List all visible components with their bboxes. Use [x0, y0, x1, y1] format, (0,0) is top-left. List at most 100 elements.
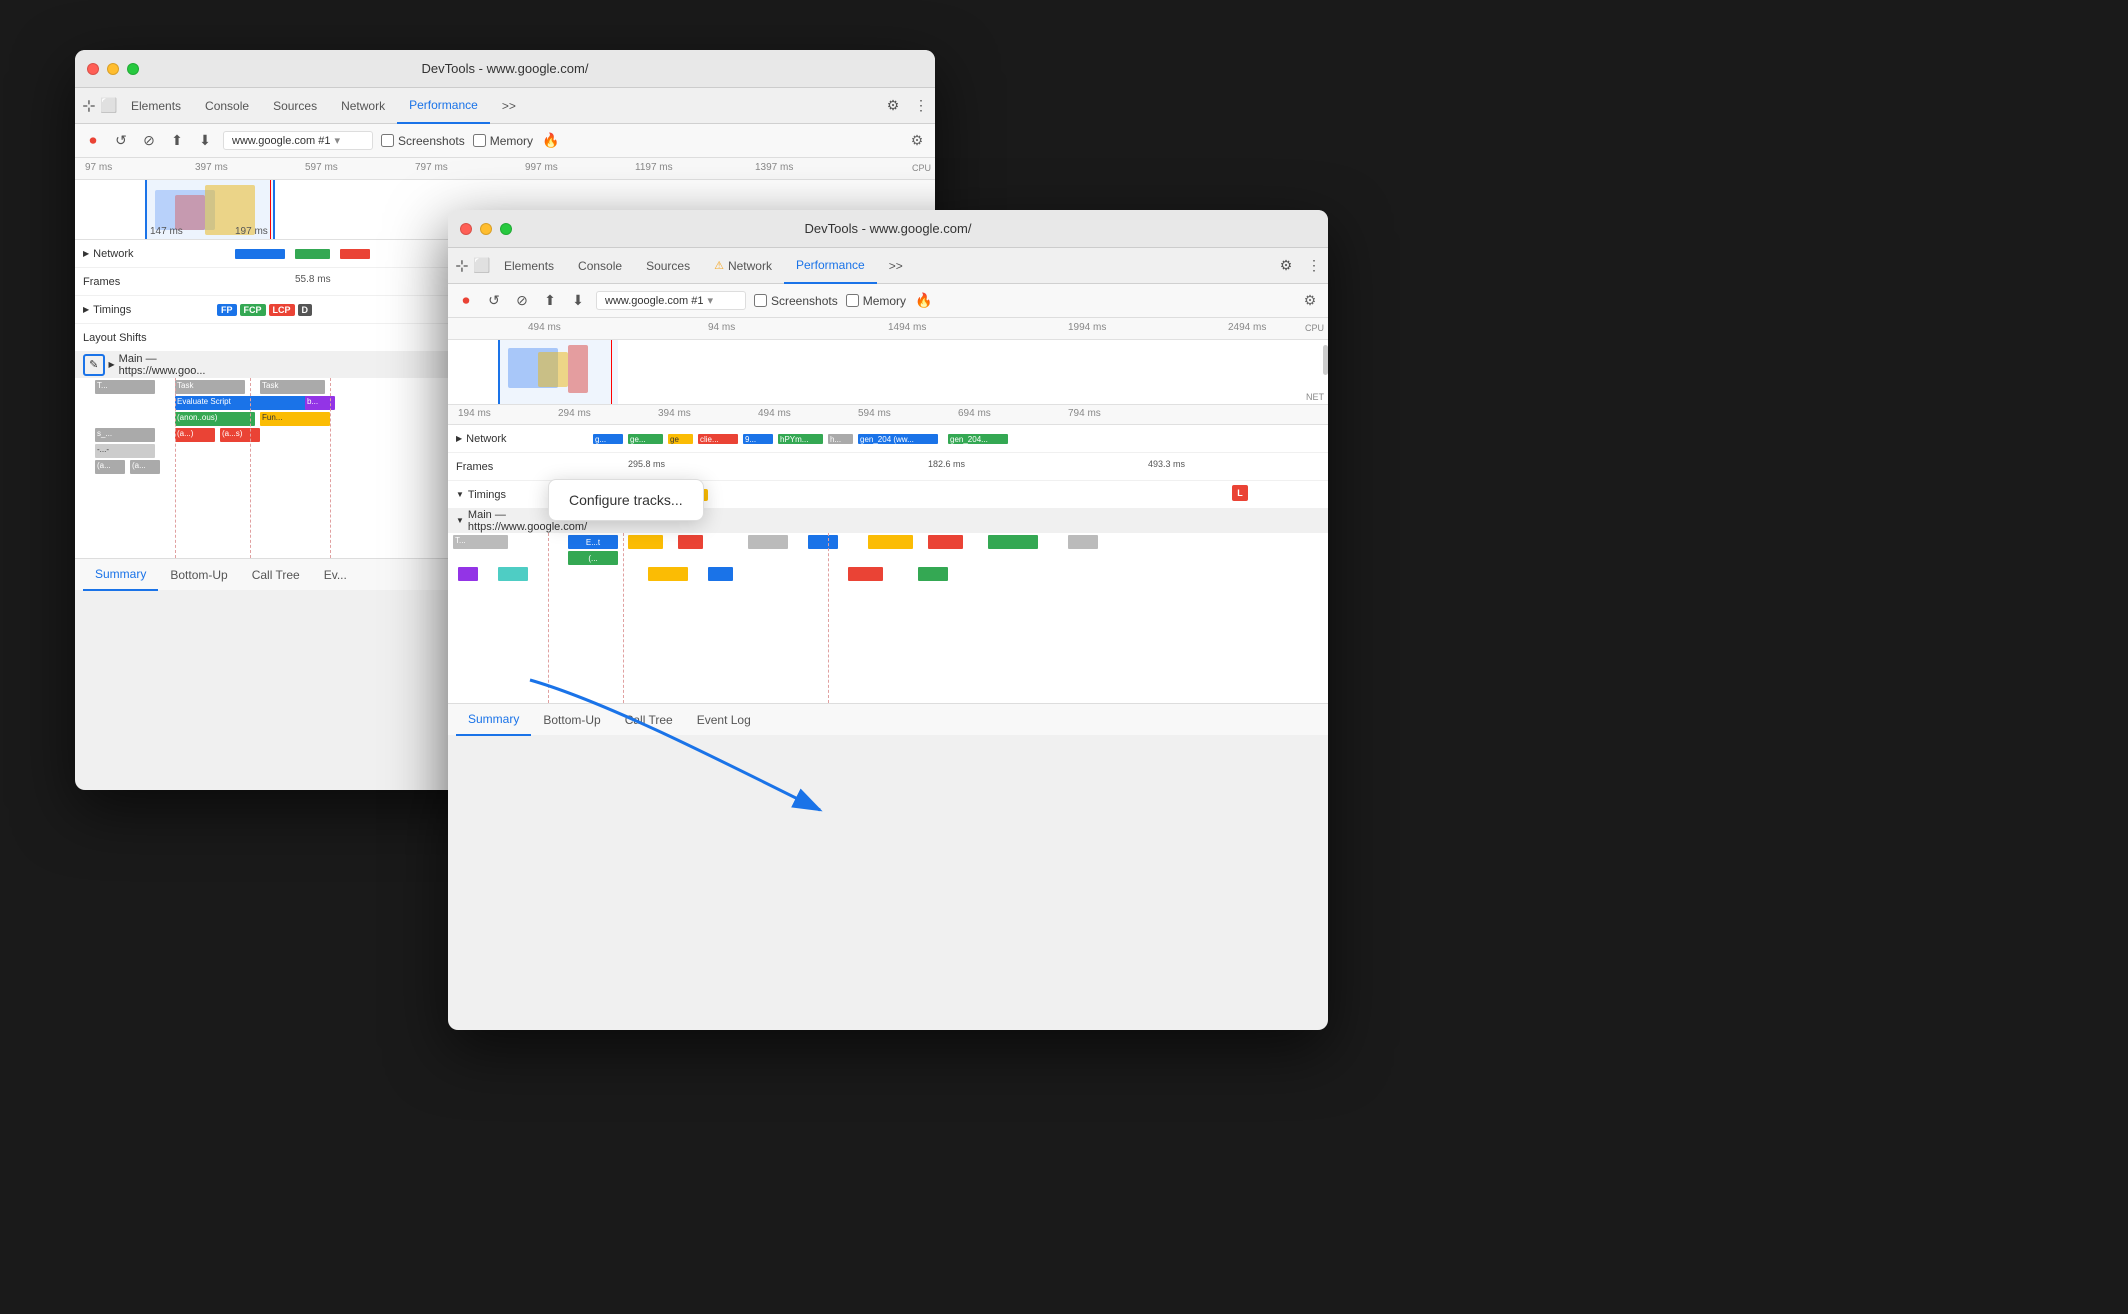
event-log-tab-back[interactable]: Ev... [312, 559, 359, 591]
close-button-back[interactable] [87, 63, 99, 75]
configure-tracks-text: Configure tracks... [569, 492, 683, 508]
dashed-line-3 [330, 378, 331, 558]
ruler-394ms: 394 ms [658, 408, 691, 419]
net-block-9: 9... [743, 434, 773, 444]
red-line-back [270, 180, 271, 240]
url-text-back: www.google.com #1 [232, 135, 330, 147]
window-title-front: DevTools - www.google.com/ [805, 221, 972, 236]
clear-btn-back[interactable]: ⊘ [139, 131, 159, 151]
frames-content-front: 295.8 ms 182.6 ms 493.3 ms [588, 453, 1328, 480]
clear-btn-front[interactable]: ⊘ [512, 291, 532, 311]
upload-btn-front[interactable]: ⬆ [540, 291, 560, 311]
layout-shifts-label-back: Layout Shifts [75, 332, 215, 344]
tab-network-label-front: Network [728, 259, 772, 273]
paren-bar: (... [568, 551, 618, 565]
dashed-line-1 [175, 378, 176, 558]
screenshots-check-front[interactable]: Screenshots [754, 294, 838, 308]
record-btn-back[interactable]: ⏺ [83, 131, 103, 151]
configure-tracks-popup[interactable]: Configure tracks... [548, 479, 704, 521]
bottom-up-tab-front[interactable]: Bottom-Up [531, 704, 612, 736]
d-badge-back: D [298, 304, 313, 316]
download-btn-back[interactable]: ⬇ [195, 131, 215, 151]
network-throttle-icon-front[interactable]: 🔥 [914, 291, 934, 311]
bottom-up-tab-back[interactable]: Bottom-Up [158, 559, 239, 591]
bar-f14 [708, 567, 733, 581]
bar-f12 [498, 567, 528, 581]
ruler-997ms: 997 ms [525, 162, 558, 173]
maximize-button-back[interactable] [127, 63, 139, 75]
capture-settings-icon-back[interactable]: ⚙ [907, 131, 927, 151]
tab-elements-back[interactable]: Elements [119, 88, 193, 124]
settings-icon-back[interactable]: ⚙ [883, 96, 903, 116]
frames-time-1826: 182.6 ms [928, 459, 965, 469]
record-btn-front[interactable]: ⏺ [456, 291, 476, 311]
tab-performance-front[interactable]: Performance [784, 248, 877, 284]
ruler-794ms: 794 ms [1068, 408, 1101, 419]
tab-sources-back[interactable]: Sources [261, 88, 329, 124]
network-throttle-icon-back[interactable]: 🔥 [541, 131, 561, 151]
memory-check-front[interactable]: Memory [846, 294, 906, 308]
more-icon-front[interactable]: ⋮ [1304, 256, 1324, 276]
tab-more-back[interactable]: >> [490, 88, 528, 124]
tab-elements-front[interactable]: Elements [492, 248, 566, 284]
net-block-ge2: ge [668, 434, 693, 444]
tab-network-front[interactable]: ⚠ Network [702, 248, 784, 284]
settings-icon-front[interactable]: ⚙ [1276, 256, 1296, 276]
bar-f13 [648, 567, 688, 581]
tab-performance-back[interactable]: Performance [397, 88, 490, 124]
timeline-ruler-back: 97 ms 397 ms 597 ms 797 ms 997 ms 1197 m… [75, 158, 935, 180]
call-tree-tab-back[interactable]: Call Tree [240, 559, 312, 591]
tab-network-back[interactable]: Network [329, 88, 397, 124]
upload-btn-back[interactable]: ⬆ [167, 131, 187, 151]
minimize-button-front[interactable] [480, 223, 492, 235]
call-tree-tab-front[interactable]: Call Tree [613, 704, 685, 736]
download-btn-front[interactable]: ⬇ [568, 291, 588, 311]
network-track-front: ▶ Network g... ge... ge clie... 9... hPY… [448, 425, 1328, 453]
tab-sources-front[interactable]: Sources [634, 248, 702, 284]
reload-btn-front[interactable]: ↺ [484, 291, 504, 311]
timings-track-front: ▼ Timings LCP FP FCP D CL L Configure tr… [448, 481, 1328, 509]
event-log-tab-front[interactable]: Event Log [685, 704, 763, 736]
ruler-294ms: 294 ms [558, 408, 591, 419]
tab-more-front[interactable]: >> [877, 248, 915, 284]
frames-label-back: Frames [75, 276, 215, 288]
tab-console-front[interactable]: Console [566, 248, 634, 284]
memory-checkbox-back[interactable] [473, 134, 486, 147]
net-block-g: g... [593, 434, 623, 444]
pencil-edit-icon[interactable]: ✎ [83, 354, 105, 376]
screenshots-checkbox-front[interactable] [754, 294, 767, 307]
anon-bar: (anon..ous) [175, 412, 255, 426]
url-selector-front[interactable]: www.google.com #1 ▾ [596, 291, 746, 310]
device-icon[interactable]: ⬜ [99, 96, 119, 116]
ruler-1197ms: 1197 ms [635, 162, 673, 173]
devtools-window-front: DevTools - www.google.com/ ⊹ ⬜ Elements … [448, 210, 1328, 1030]
capture-settings-icon-front[interactable]: ⚙ [1300, 291, 1320, 311]
bar-f3 [628, 535, 663, 549]
memory-checkbox-front[interactable] [846, 294, 859, 307]
scrollbar-thumb-front[interactable] [1323, 345, 1328, 375]
summary-tab-front[interactable]: Summary [456, 704, 531, 736]
screenshots-check-back[interactable]: Screenshots [381, 134, 465, 148]
net-block-h: h... [828, 434, 853, 444]
close-button-front[interactable] [460, 223, 472, 235]
screenshots-checkbox-back[interactable] [381, 134, 394, 147]
frame-time-197: 197 ms [235, 226, 268, 237]
secondary-toolbar-front: ⏺ ↺ ⊘ ⬆ ⬇ www.google.com #1 ▾ Screenshot… [448, 284, 1328, 318]
title-bar-front: DevTools - www.google.com/ [448, 210, 1328, 248]
minimize-button-back[interactable] [107, 63, 119, 75]
device-icon-front[interactable]: ⬜ [472, 256, 492, 276]
bar-f6 [808, 535, 838, 549]
dash-bar: -...- [95, 444, 155, 458]
more-icon-back[interactable]: ⋮ [911, 96, 931, 116]
memory-check-back[interactable]: Memory [473, 134, 533, 148]
maximize-button-front[interactable] [500, 223, 512, 235]
url-selector-back[interactable]: www.google.com #1 ▾ [223, 131, 373, 150]
inspect-icon-front[interactable]: ⊹ [452, 256, 472, 276]
bar-f16 [918, 567, 948, 581]
tab-console-back[interactable]: Console [193, 88, 261, 124]
summary-tab-back[interactable]: Summary [83, 559, 158, 591]
ruler-694ms: 694 ms [958, 408, 991, 419]
reload-btn-back[interactable]: ↺ [111, 131, 131, 151]
warning-icon-front: ⚠ [714, 259, 724, 272]
inspect-icon[interactable]: ⊹ [79, 96, 99, 116]
